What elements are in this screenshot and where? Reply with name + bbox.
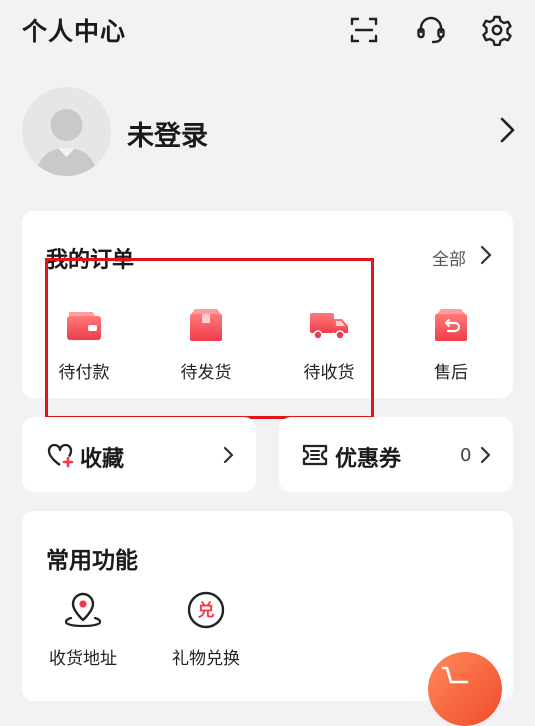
coupons-card[interactable]: 优惠券 0 — [279, 417, 513, 492]
location-pin-icon — [64, 592, 102, 628]
order-after-sales[interactable]: 售后 — [396, 304, 506, 384]
cart-icon — [441, 666, 469, 684]
highlight-box — [45, 258, 374, 419]
floating-cart-button[interactable] — [428, 652, 502, 726]
chevron-right-icon — [223, 446, 234, 464]
function-label: 礼物兑换 — [172, 649, 240, 669]
favorites-label: 收藏 — [80, 447, 125, 472]
heart-plus-icon — [47, 443, 74, 468]
common-functions-title: 常用功能 — [46, 548, 138, 574]
chevron-right-icon — [480, 446, 491, 464]
page-title: 个人中心 — [22, 17, 127, 46]
order-item-label: 售后 — [434, 363, 468, 383]
favorites-card[interactable]: 收藏 — [22, 417, 256, 492]
scan-icon[interactable] — [344, 10, 384, 50]
function-label: 收货地址 — [49, 649, 117, 669]
chevron-right-icon[interactable] — [478, 244, 494, 266]
avatar[interactable] — [22, 87, 111, 176]
chevron-right-icon[interactable] — [494, 112, 520, 148]
orders-all-link[interactable]: 全部 — [432, 245, 466, 270]
svg-text:兑: 兑 — [198, 600, 215, 621]
login-status[interactable]: 未登录 — [127, 114, 208, 153]
coupon-count: 0 — [460, 445, 472, 466]
gift-redeem-item[interactable]: 兑 礼物兑换 — [151, 590, 261, 669]
after-sales-icon — [435, 309, 467, 341]
redeem-icon: 兑 — [187, 591, 225, 629]
customer-service-icon[interactable] — [411, 10, 451, 50]
settings-icon[interactable] — [477, 10, 517, 50]
coupon-icon — [302, 444, 328, 466]
shipping-address-item[interactable]: 收货地址 — [28, 590, 138, 669]
coupons-label: 优惠券 — [335, 447, 402, 472]
